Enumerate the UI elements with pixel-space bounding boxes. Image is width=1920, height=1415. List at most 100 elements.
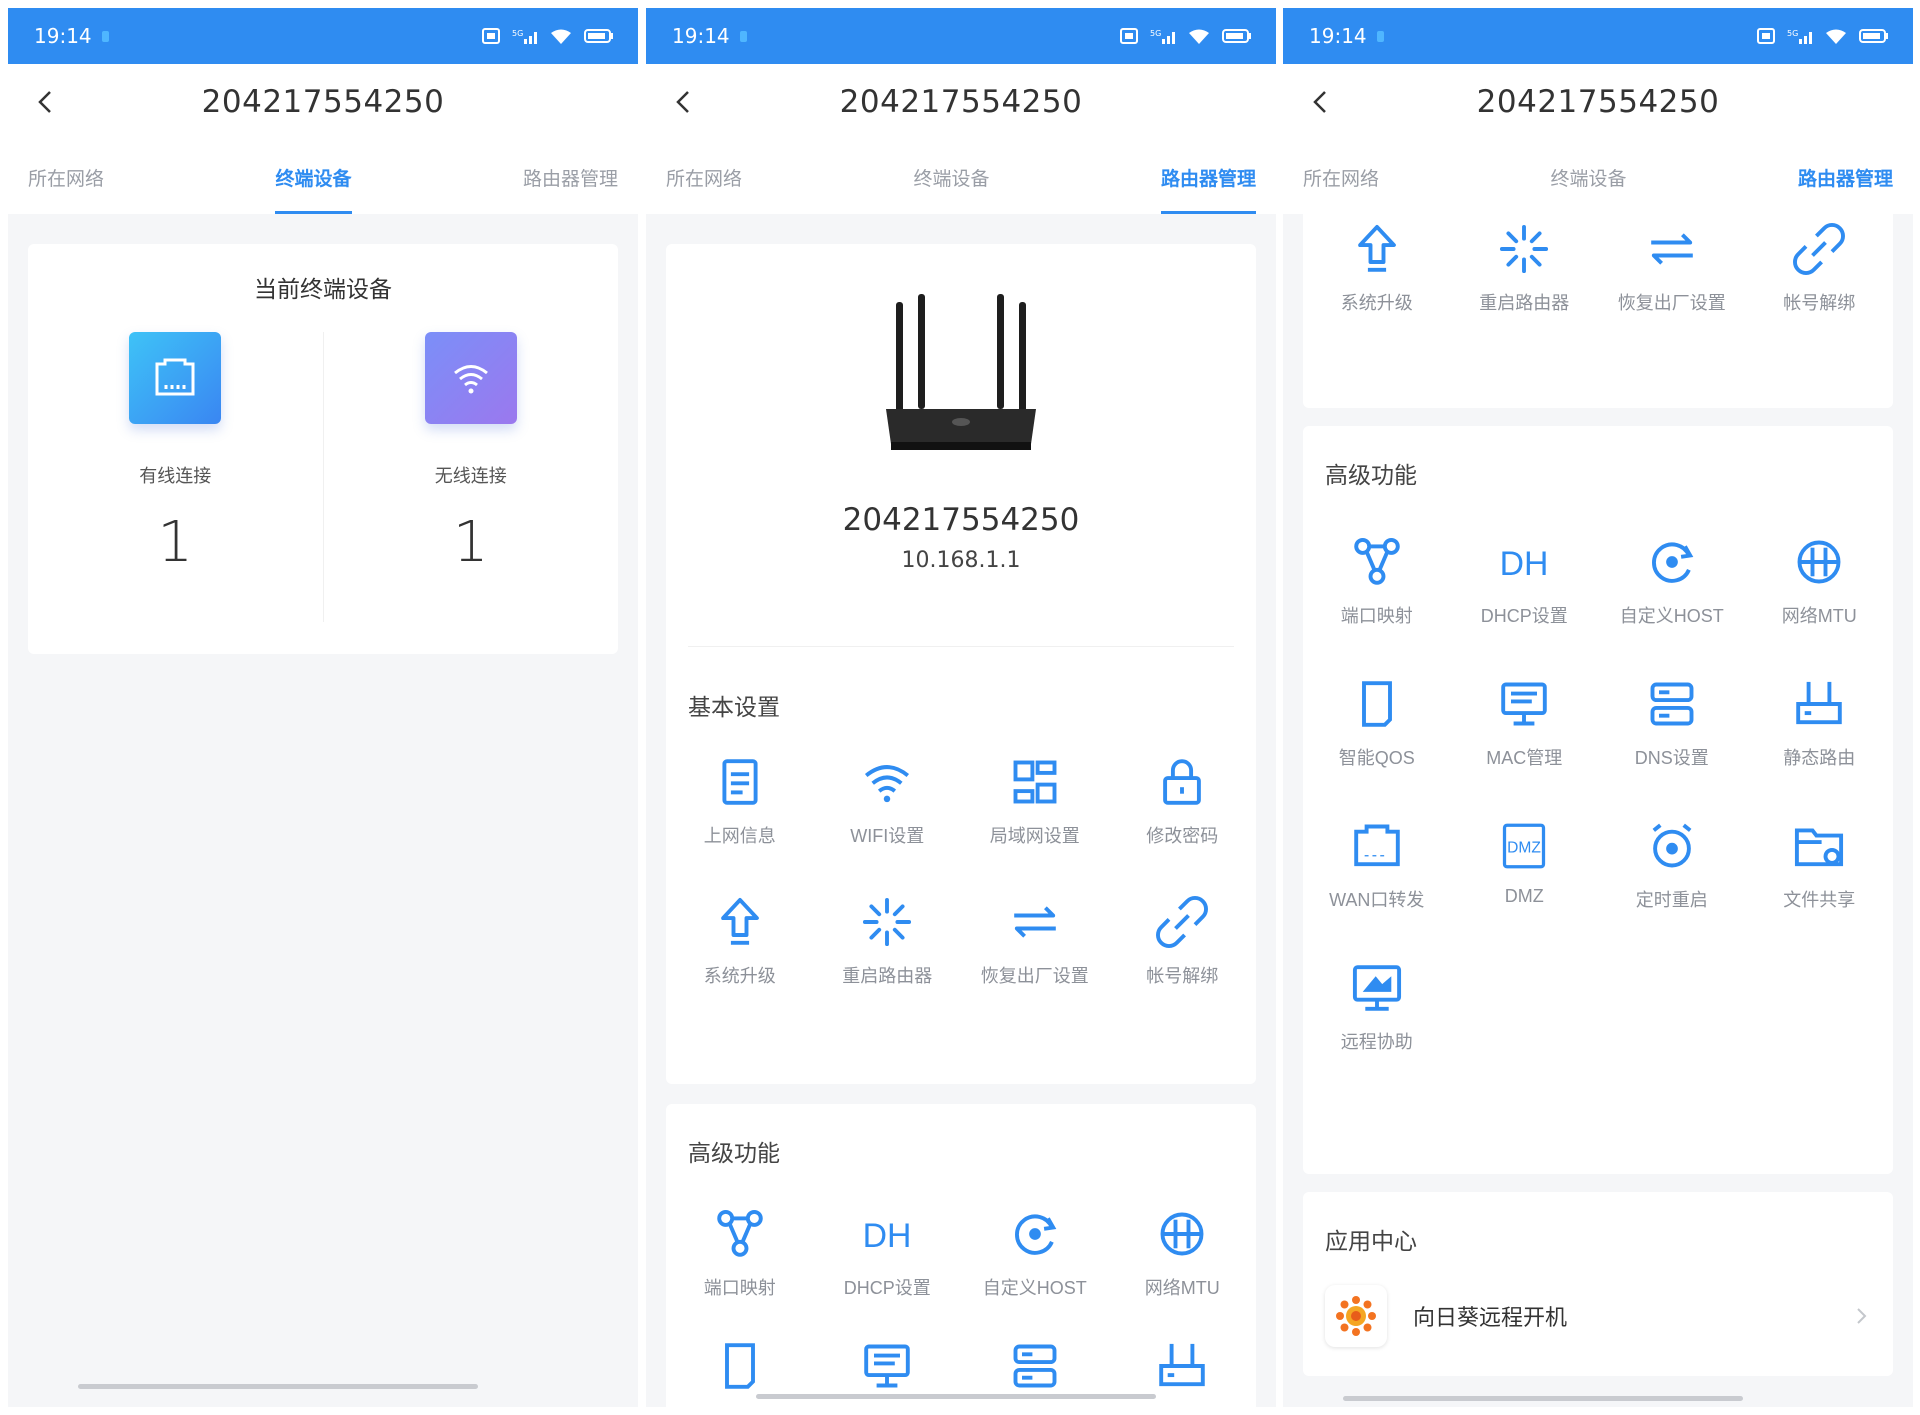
svg-text:5G: 5G (1150, 29, 1161, 38)
signal-icon: 5G (1150, 29, 1175, 44)
port-mapping-icon (714, 1208, 766, 1260)
grid-item-mac-management[interactable]: MAC管理 (1451, 678, 1599, 770)
home-indicator (756, 1394, 1156, 1399)
tab-network[interactable]: 所在网络 (28, 140, 104, 214)
basic-settings-card-scrolled: 系统升级 重启路由器 恢复出厂设置 帐号解绑 (1303, 193, 1893, 408)
tab-bar: 所在网络 终端设备 路由器管理 (646, 140, 1276, 214)
tab-router-management[interactable]: 路由器管理 (1160, 140, 1256, 214)
app-center-card: 应用中心 向日葵远程开机 (1303, 1192, 1893, 1376)
grid-item-wan-forward[interactable]: WAN口转发 (1303, 820, 1451, 912)
wifi-icon (424, 332, 517, 424)
chevron-right-icon (1857, 1308, 1867, 1324)
reset-icon (1646, 223, 1698, 275)
unlink-icon (1793, 223, 1845, 275)
wireless-connection[interactable]: 无线连接 1 (322, 332, 619, 622)
grid-item-lan-settings[interactable]: 局域网设置 (961, 756, 1109, 848)
router-card: 204217554250 10.168.1.1 基本设置 上网信息 WIFI设置… (666, 244, 1256, 1084)
battery-icon (1222, 29, 1251, 43)
grid-item-dhcp[interactable]: DHCP设置 (814, 1208, 962, 1300)
grid-item-unbind-account[interactable]: 帐号解绑 (1746, 223, 1894, 315)
reset-icon (1009, 896, 1061, 948)
mac-icon (1498, 678, 1550, 730)
notification-dot-icon (1376, 30, 1384, 42)
svg-text:5G: 5G (512, 29, 523, 38)
tab-router-management[interactable]: 路由器管理 (523, 140, 618, 214)
wifi-status-icon (1189, 29, 1209, 44)
grid-item-custom-host[interactable]: 自定义HOST (961, 1208, 1109, 1300)
upgrade-icon (714, 896, 766, 948)
mtu-icon (1156, 1208, 1208, 1260)
grid-item-qos-partial[interactable] (666, 1340, 814, 1392)
card-title: 当前终端设备 (254, 276, 392, 302)
page-title: 204217554250 (1476, 84, 1720, 120)
battery-icon (1859, 29, 1888, 43)
grid-item-factory-reset[interactable]: 恢复出厂设置 (961, 896, 1109, 988)
status-time: 19:14 (34, 24, 92, 48)
grid-item-restart-router[interactable]: 重启路由器 (1451, 223, 1599, 315)
grid-item-network-mtu[interactable]: 网络MTU (1109, 1208, 1257, 1300)
advanced-features-card: 高级功能 端口映射 DHCP设置 自定义HOST 网络MTU (666, 1104, 1256, 1407)
advanced-features-title: 高级功能 (1325, 462, 1417, 488)
grid-item-system-upgrade[interactable]: 系统升级 (1303, 223, 1451, 315)
back-arrow-icon[interactable] (668, 86, 700, 118)
status-bar: 19:14 5G (1283, 8, 1913, 64)
grid-item-port-mapping[interactable]: 端口映射 (1303, 536, 1451, 628)
status-time: 19:14 (672, 24, 730, 48)
basic-settings-grid: 上网信息 WIFI设置 局域网设置 修改密码 系统升级 重启路由器 恢复出厂设置… (666, 756, 1256, 988)
grid-item-change-password[interactable]: 修改密码 (1109, 756, 1257, 848)
grid-item-port-mapping[interactable]: 端口映射 (666, 1208, 814, 1300)
header: 204217554250 (1283, 64, 1913, 140)
advanced-features-title: 高级功能 (688, 1140, 780, 1166)
grid-item-system-upgrade[interactable]: 系统升级 (666, 896, 814, 988)
grid-item-dhcp[interactable]: DHCP设置 (1451, 536, 1599, 628)
router-ip: 10.168.1.1 (901, 548, 1021, 573)
app-row-sunflower-remote-boot[interactable]: 向日葵远程开机 (1325, 1278, 1871, 1354)
grid-item-factory-reset[interactable]: 恢复出厂设置 (1598, 223, 1746, 315)
svg-text:5G: 5G (1787, 29, 1798, 38)
tab-terminal-devices[interactable]: 终端设备 (913, 140, 989, 214)
grid-item-mac-partial[interactable] (814, 1340, 962, 1392)
document-icon (714, 756, 766, 808)
mtu-icon (1793, 536, 1845, 588)
grid-item-internet-info[interactable]: 上网信息 (666, 756, 814, 848)
advanced-features-card: 高级功能 端口映射 DHCP设置 自定义HOST 网络MTU 智能QOS MAC… (1303, 426, 1893, 1174)
home-indicator (78, 1384, 478, 1389)
grid-item-unbind-account[interactable]: 帐号解绑 (1109, 896, 1257, 988)
back-arrow-icon[interactable] (30, 86, 62, 118)
grid-item-wifi-settings[interactable]: WIFI设置 (814, 756, 962, 848)
tab-network[interactable]: 所在网络 (666, 140, 742, 214)
wifi-status-icon (551, 29, 571, 44)
page-title: 204217554250 (839, 84, 1083, 120)
sunflower-app-icon (1325, 1285, 1387, 1347)
grid-item-restart-router[interactable]: 重启路由器 (814, 896, 962, 988)
grid-item-smart-qos[interactable]: 智能QOS (1303, 678, 1451, 770)
dns-icon (1646, 678, 1698, 730)
back-arrow-icon[interactable] (1305, 86, 1337, 118)
restart-icon (861, 896, 913, 948)
advanced-features-grid: 端口映射 DHCP设置 自定义HOST 网络MTU 智能QOS MAC管理 DN… (1303, 536, 1893, 1054)
grid-item-custom-host[interactable]: 自定义HOST (1598, 536, 1746, 628)
advanced-features-grid: 端口映射 DHCP设置 自定义HOST 网络MTU (666, 1208, 1256, 1392)
wifi-status-icon (1826, 29, 1846, 44)
notification-dot-icon (101, 30, 109, 42)
grid-item-dmz[interactable]: DMZ (1451, 820, 1599, 912)
sim-icon (1757, 28, 1775, 44)
basic-settings-title: 基本设置 (688, 694, 780, 720)
router-id: 204217554250 (842, 502, 1080, 538)
grid-item-timed-restart[interactable]: 定时重启 (1598, 820, 1746, 912)
grid-item-file-share[interactable]: 文件共享 (1746, 820, 1894, 912)
tab-terminal-devices[interactable]: 终端设备 (275, 140, 352, 214)
grid-item-remote-assist[interactable]: 远程协助 (1303, 962, 1451, 1054)
host-icon (1009, 1208, 1061, 1260)
grid-item-static-route-partial[interactable] (1109, 1340, 1257, 1392)
dhcp-icon (1498, 536, 1550, 588)
grid-item-static-route[interactable]: 静态路由 (1746, 678, 1894, 770)
status-bar: 19:14 5G (646, 8, 1276, 64)
header: 204217554250 (8, 64, 638, 140)
dns-icon (1009, 1340, 1061, 1392)
status-bar: 19:14 5G (8, 8, 638, 64)
grid-item-network-mtu[interactable]: 网络MTU (1746, 536, 1894, 628)
grid-item-dns-settings[interactable]: DNS设置 (1598, 678, 1746, 770)
grid-item-dns-partial[interactable] (961, 1340, 1109, 1392)
wired-connection[interactable]: 有线连接 1 (28, 332, 323, 622)
